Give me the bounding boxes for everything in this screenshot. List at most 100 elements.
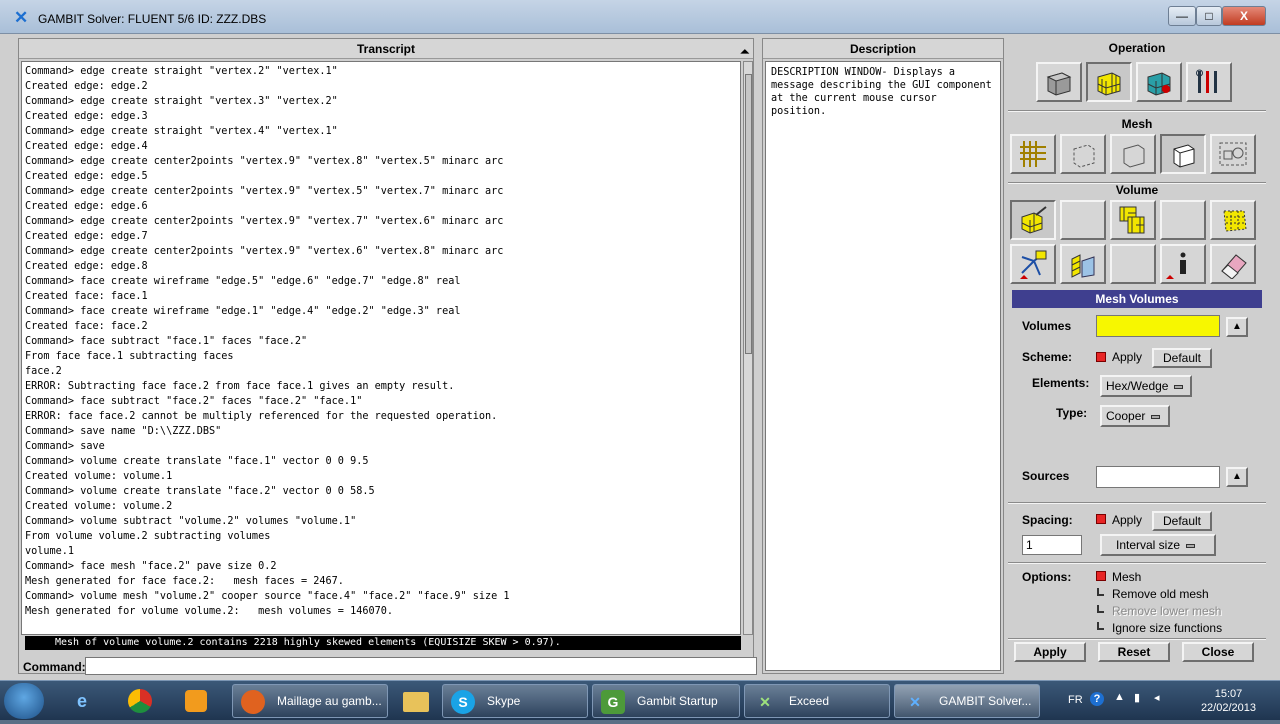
geometry-tool-button[interactable] <box>1036 62 1082 102</box>
help-icon[interactable]: ? <box>1090 692 1104 706</box>
taskbar-skype[interactable]: S Skype <box>442 684 588 718</box>
minimize-button[interactable]: — <box>1168 6 1196 26</box>
tray-arrow-icon[interactable]: ▲ <box>1114 691 1125 703</box>
description-header: Description <box>763 39 1003 59</box>
apply-button[interactable]: Apply <box>1014 642 1086 662</box>
transcript-line: volume.1 <box>25 546 75 557</box>
scheme-apply-checkbox[interactable] <box>1096 352 1106 362</box>
transcript-scrollbar[interactable] <box>743 61 753 635</box>
spacing-mode-value: Interval size <box>1116 538 1181 552</box>
transcript-line: Command> save <box>25 441 105 452</box>
delete-volume-mesh-button[interactable] <box>1210 244 1256 284</box>
modify-mesh-button[interactable] <box>1010 244 1056 284</box>
transcript-line: ERROR: face face.2 cannot be multiply re… <box>25 411 498 422</box>
volume-header: Volume <box>1115 183 1159 197</box>
network-icon[interactable]: ▮ <box>1134 691 1140 704</box>
transcript-line: From face face.1 subtracting faces <box>25 351 234 362</box>
language-indicator[interactable]: FR <box>1068 694 1083 706</box>
transcript-line: ERROR: Subtracting face face.2 from face… <box>25 381 455 392</box>
transcript-line: Command> edge create center2points "vert… <box>25 186 504 197</box>
expand-icon[interactable]: ⏶ <box>740 42 749 62</box>
spacing-value-field[interactable]: 1 <box>1022 535 1082 555</box>
close-button[interactable]: Close <box>1182 642 1254 662</box>
summarize-volume-mesh-button[interactable] <box>1160 244 1206 284</box>
group-icon <box>1219 142 1247 166</box>
volume-icon[interactable]: ◂ <box>1154 691 1160 704</box>
scrollbar-thumb[interactable] <box>745 74 752 354</box>
type-dropdown[interactable]: Cooper <box>1100 405 1170 427</box>
transcript-line: Created edge: edge.8 <box>25 261 148 272</box>
command-row: Command: <box>23 655 757 677</box>
clock[interactable]: 15:07 22/02/2013 <box>1201 687 1256 715</box>
volume-icon <box>1173 144 1195 168</box>
spacing-mode-dropdown[interactable]: Interval size <box>1100 534 1216 556</box>
title-bar[interactable]: ✕ GAMBIT Solver: FLUENT 5/6 ID: ZZZ.DBS … <box>0 0 1280 34</box>
volume-mesh-button[interactable] <box>1160 134 1206 174</box>
maximize-button[interactable]: □ <box>1196 6 1222 26</box>
volumes-up-arrow-icon[interactable]: ▲ <box>1226 317 1248 337</box>
clock-date: 22/02/2013 <box>1200 702 1256 714</box>
volume-blank-button-3[interactable] <box>1110 244 1156 284</box>
description-text: DESCRIPTION WINDOW- Displays a message d… <box>765 61 1001 671</box>
check-volume-mesh-button[interactable] <box>1060 244 1106 284</box>
elements-dropdown[interactable]: Hex/Wedge <box>1100 375 1192 397</box>
type-label: Type: <box>1056 406 1088 420</box>
internet-explorer-icon[interactable]: e <box>58 684 106 718</box>
close-window-button[interactable]: X <box>1222 6 1266 26</box>
transcript-line: Created volume: volume.1 <box>25 471 173 482</box>
chrome-icon[interactable] <box>116 684 164 718</box>
remove-lower-mesh-label: Remove lower mesh <box>1112 604 1222 618</box>
transcript-line: Mesh generated for volume volume.2: mesh… <box>25 606 394 617</box>
ignore-size-functions-checkbox[interactable] <box>1097 622 1104 630</box>
divider <box>1008 562 1266 564</box>
sources-up-arrow-icon[interactable]: ▲ <box>1226 467 1248 487</box>
mesh-option-checkbox[interactable] <box>1096 571 1106 581</box>
face-mesh-button[interactable] <box>1110 134 1156 174</box>
elements-label: Elements: <box>1032 376 1090 390</box>
transcript-line: Created edge: edge.2 <box>25 81 148 92</box>
description-panel: Description DESCRIPTION WINDOW- Displays… <box>762 38 1004 674</box>
taskbar-exceed[interactable]: ✕ Exceed <box>744 684 890 718</box>
spacing-apply-checkbox[interactable] <box>1096 514 1106 524</box>
link-volume-mesh-button[interactable] <box>1210 200 1256 240</box>
mesh-volumes-button[interactable] <box>1010 200 1056 240</box>
start-button[interactable] <box>4 683 44 719</box>
transcript-line: Command> face create wireframe "edge.1" … <box>25 306 461 317</box>
transcript-line: Command> face subtract "face.1" faces "f… <box>25 336 308 347</box>
clock-time: 15:07 <box>1214 688 1243 700</box>
spacing-default-button[interactable]: Default <box>1152 511 1212 531</box>
gambit-icon: ✕ <box>909 694 921 710</box>
elements-value: Hex/Wedge <box>1106 379 1169 393</box>
remove-old-mesh-checkbox[interactable] <box>1097 588 1104 596</box>
transcript-line: Created edge: edge.6 <box>25 201 148 212</box>
group-mesh-button[interactable] <box>1210 134 1256 174</box>
transcript-line: Command> edge create straight "vertex.3"… <box>25 96 338 107</box>
scheme-label: Scheme: <box>1022 350 1073 364</box>
transcript-line: Mesh generated for face face.2: mesh fac… <box>25 576 344 587</box>
media-player-icon[interactable] <box>172 684 220 718</box>
taskbar-gambit-startup[interactable]: G Gambit Startup <box>592 684 740 718</box>
boundary-layer-button[interactable] <box>1010 134 1056 174</box>
gambit-window: ✕ GAMBIT Solver: FLUENT 5/6 ID: ZZZ.DBS … <box>0 0 1280 680</box>
divider <box>1008 110 1266 112</box>
volumes-field[interactable] <box>1096 315 1220 337</box>
scheme-default-button[interactable]: Default <box>1152 348 1212 368</box>
volume-blank-button-1[interactable] <box>1060 200 1106 240</box>
transcript-title: Transcript <box>356 42 416 56</box>
zones-tool-button[interactable] <box>1136 62 1182 102</box>
task-label: GAMBIT Solver... <box>939 694 1032 708</box>
smooth-volume-button[interactable] <box>1110 200 1156 240</box>
edge-icon <box>1073 144 1095 168</box>
taskbar-gambit[interactable]: ✕ GAMBIT Solver... <box>894 684 1040 718</box>
reset-button[interactable]: Reset <box>1098 642 1170 662</box>
mesh-tool-button[interactable] <box>1086 62 1132 102</box>
volume-blank-button-2[interactable] <box>1160 200 1206 240</box>
sources-field[interactable] <box>1096 466 1220 488</box>
folder-icon[interactable] <box>392 684 440 718</box>
tools-tool-button[interactable] <box>1186 62 1232 102</box>
taskbar-firefox[interactable]: Maillage au gamb... <box>232 684 388 718</box>
command-input[interactable] <box>85 657 757 675</box>
edge-mesh-button[interactable] <box>1060 134 1106 174</box>
transcript-line: Command> save name "D:\\ZZZ.DBS" <box>25 426 222 437</box>
transcript-text[interactable]: Command> edge create straight "vertex.2"… <box>21 61 741 635</box>
